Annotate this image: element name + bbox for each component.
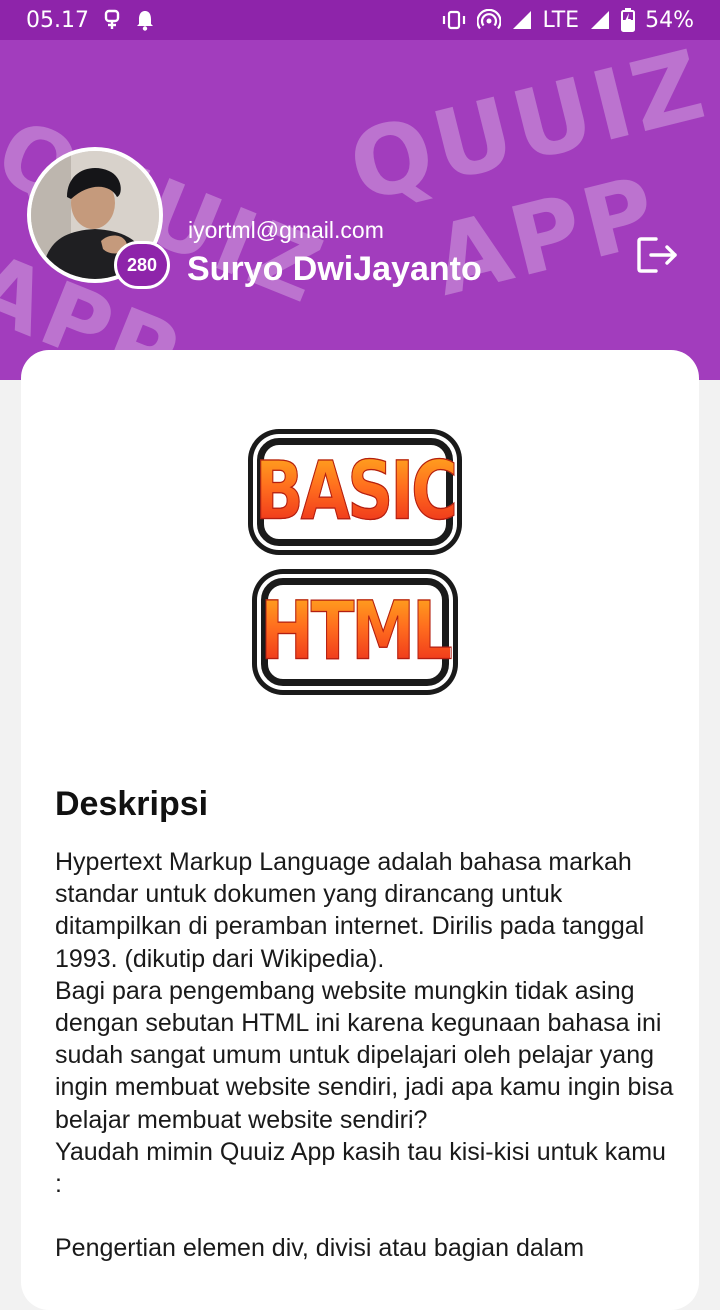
usb-icon bbox=[103, 9, 121, 31]
hotspot-icon bbox=[476, 9, 501, 31]
score-badge: 280 bbox=[114, 241, 170, 289]
section-title: Deskripsi bbox=[55, 785, 209, 823]
battery-charging-icon bbox=[621, 8, 636, 32]
course-card: BASIC HTML Deskripsi Hypertext Markup La… bbox=[21, 350, 699, 1310]
user-name: Suryo DwiJayanto bbox=[187, 250, 482, 288]
notification-bell-icon bbox=[135, 9, 155, 31]
signal-icon bbox=[511, 9, 533, 31]
logout-icon bbox=[637, 237, 677, 273]
course-description: Hypertext Markup Language adalah bahasa … bbox=[55, 848, 674, 1263]
logo-badge: BASIC bbox=[254, 438, 459, 546]
status-time: 05.17 bbox=[26, 7, 89, 33]
logo-text: BASIC bbox=[254, 445, 458, 539]
status-bar: 05.17 LTE 54% bbox=[0, 0, 720, 40]
battery-level: 54% bbox=[645, 7, 694, 33]
logout-button[interactable] bbox=[636, 236, 680, 274]
signal-icon bbox=[589, 9, 611, 31]
logo-text: HTML bbox=[260, 585, 454, 679]
course-logo: BASIC HTML bbox=[251, 432, 471, 694]
vibrate-icon bbox=[441, 9, 467, 31]
user-email: iyortml@gmail.com bbox=[188, 217, 384, 243]
network-type: LTE bbox=[542, 7, 580, 33]
logo-badge: HTML bbox=[260, 578, 454, 686]
